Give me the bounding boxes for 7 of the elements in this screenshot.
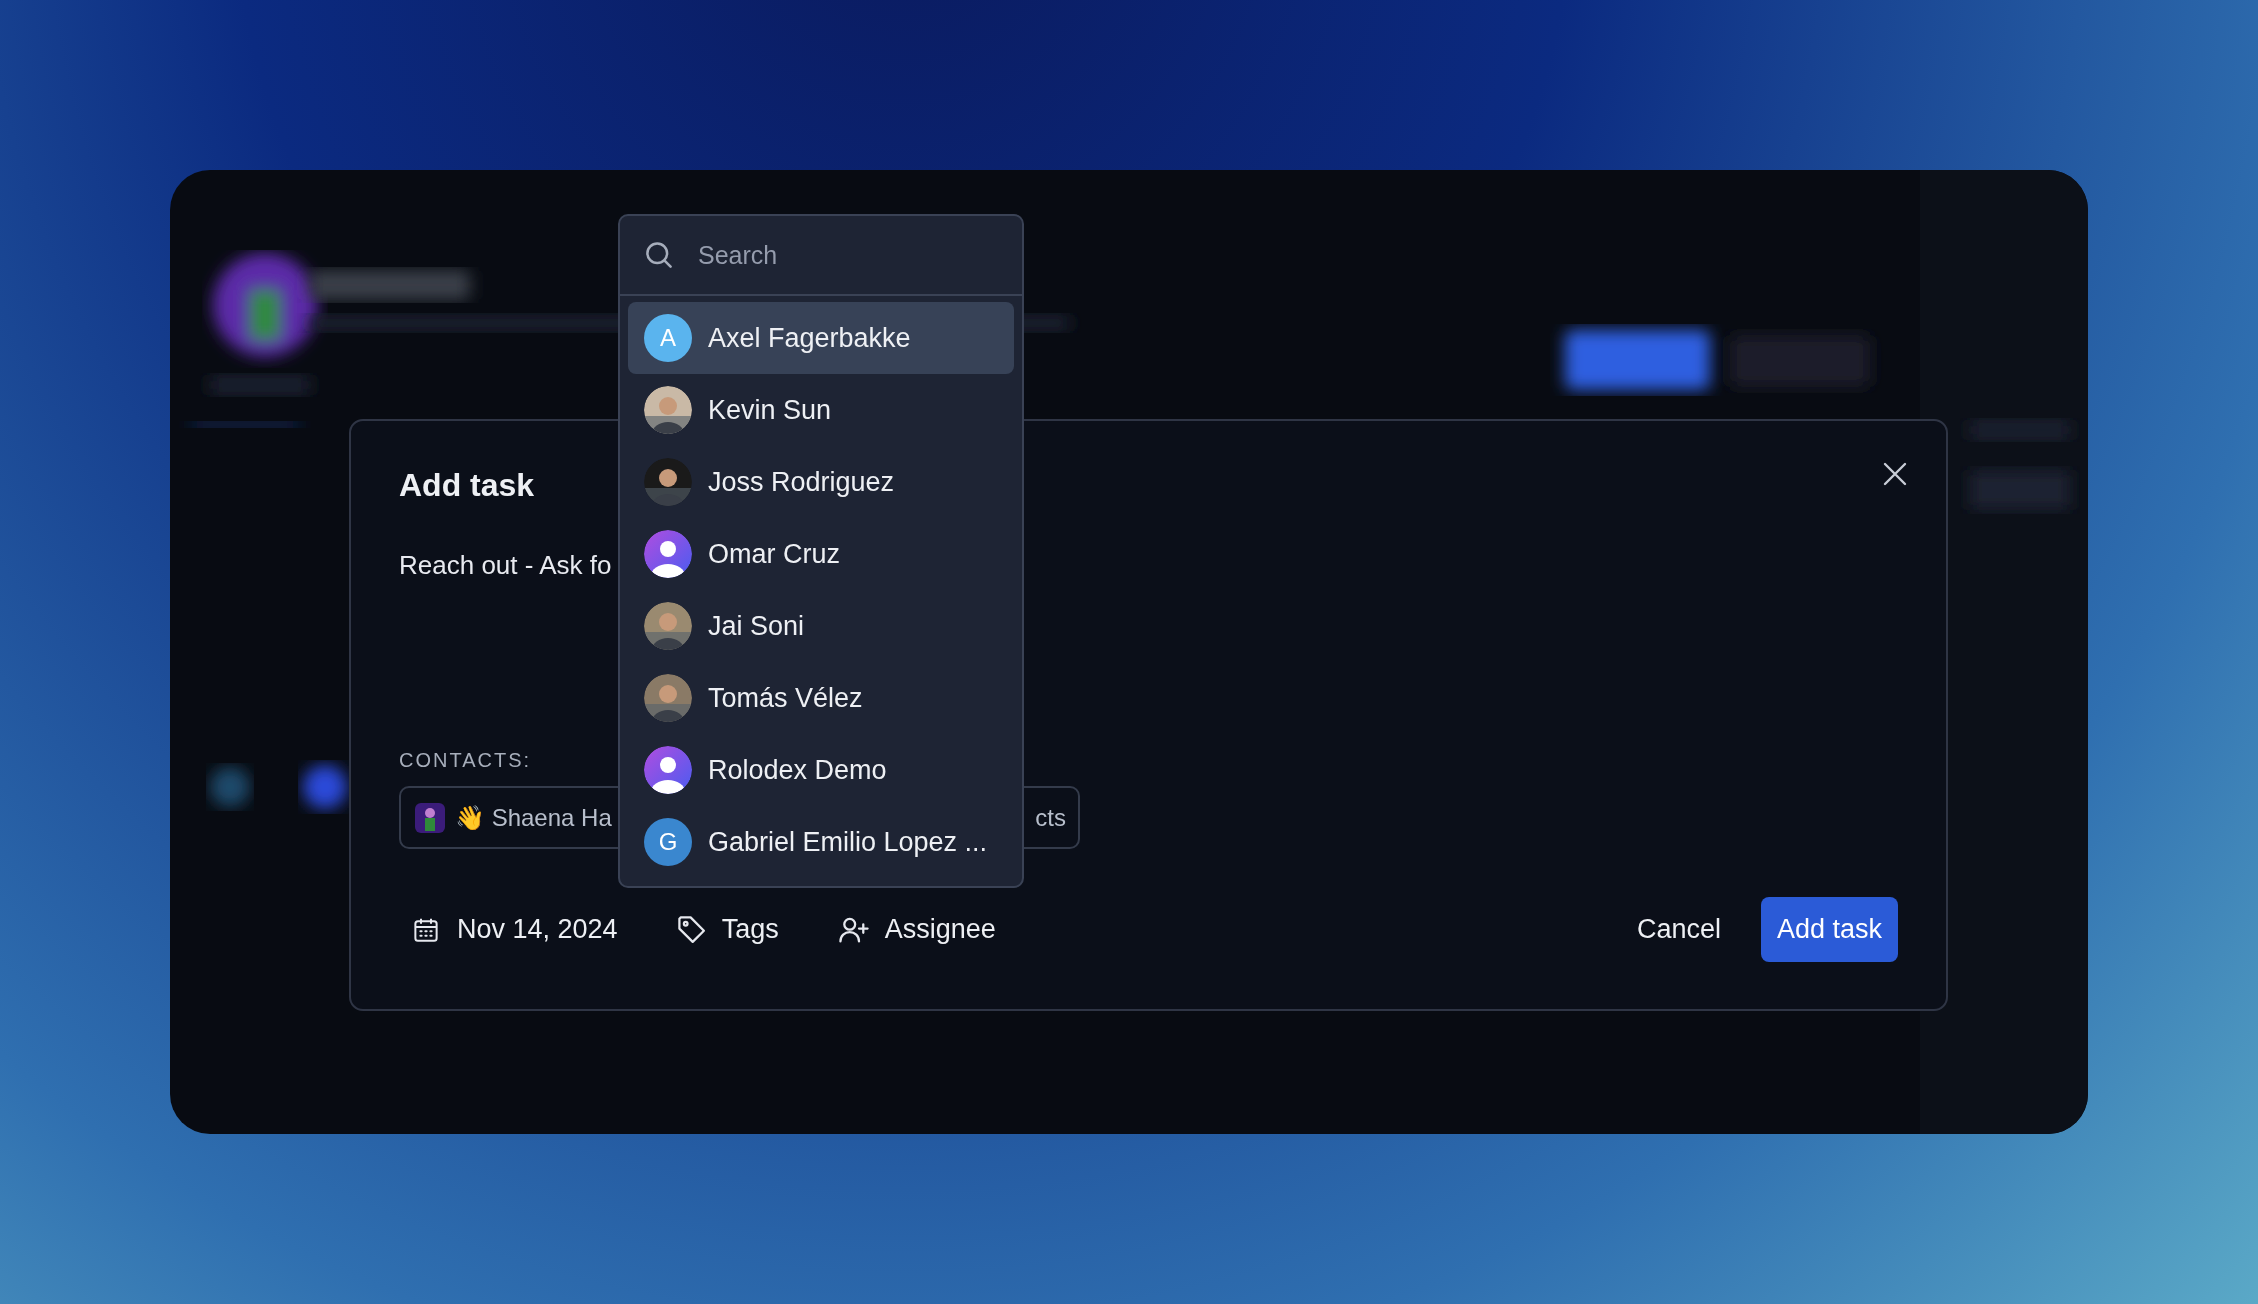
contacts-hint: cts [1035, 803, 1066, 832]
contacts-label: CONTACTS: [399, 749, 532, 772]
avatar-letter: G [644, 818, 692, 866]
avatar-letter: A [644, 314, 692, 362]
dialog-title: Add task [399, 467, 535, 504]
contact-name: 👋 Shaena Ha [455, 803, 612, 832]
task-description: Reach out - Ask fo [399, 550, 612, 581]
